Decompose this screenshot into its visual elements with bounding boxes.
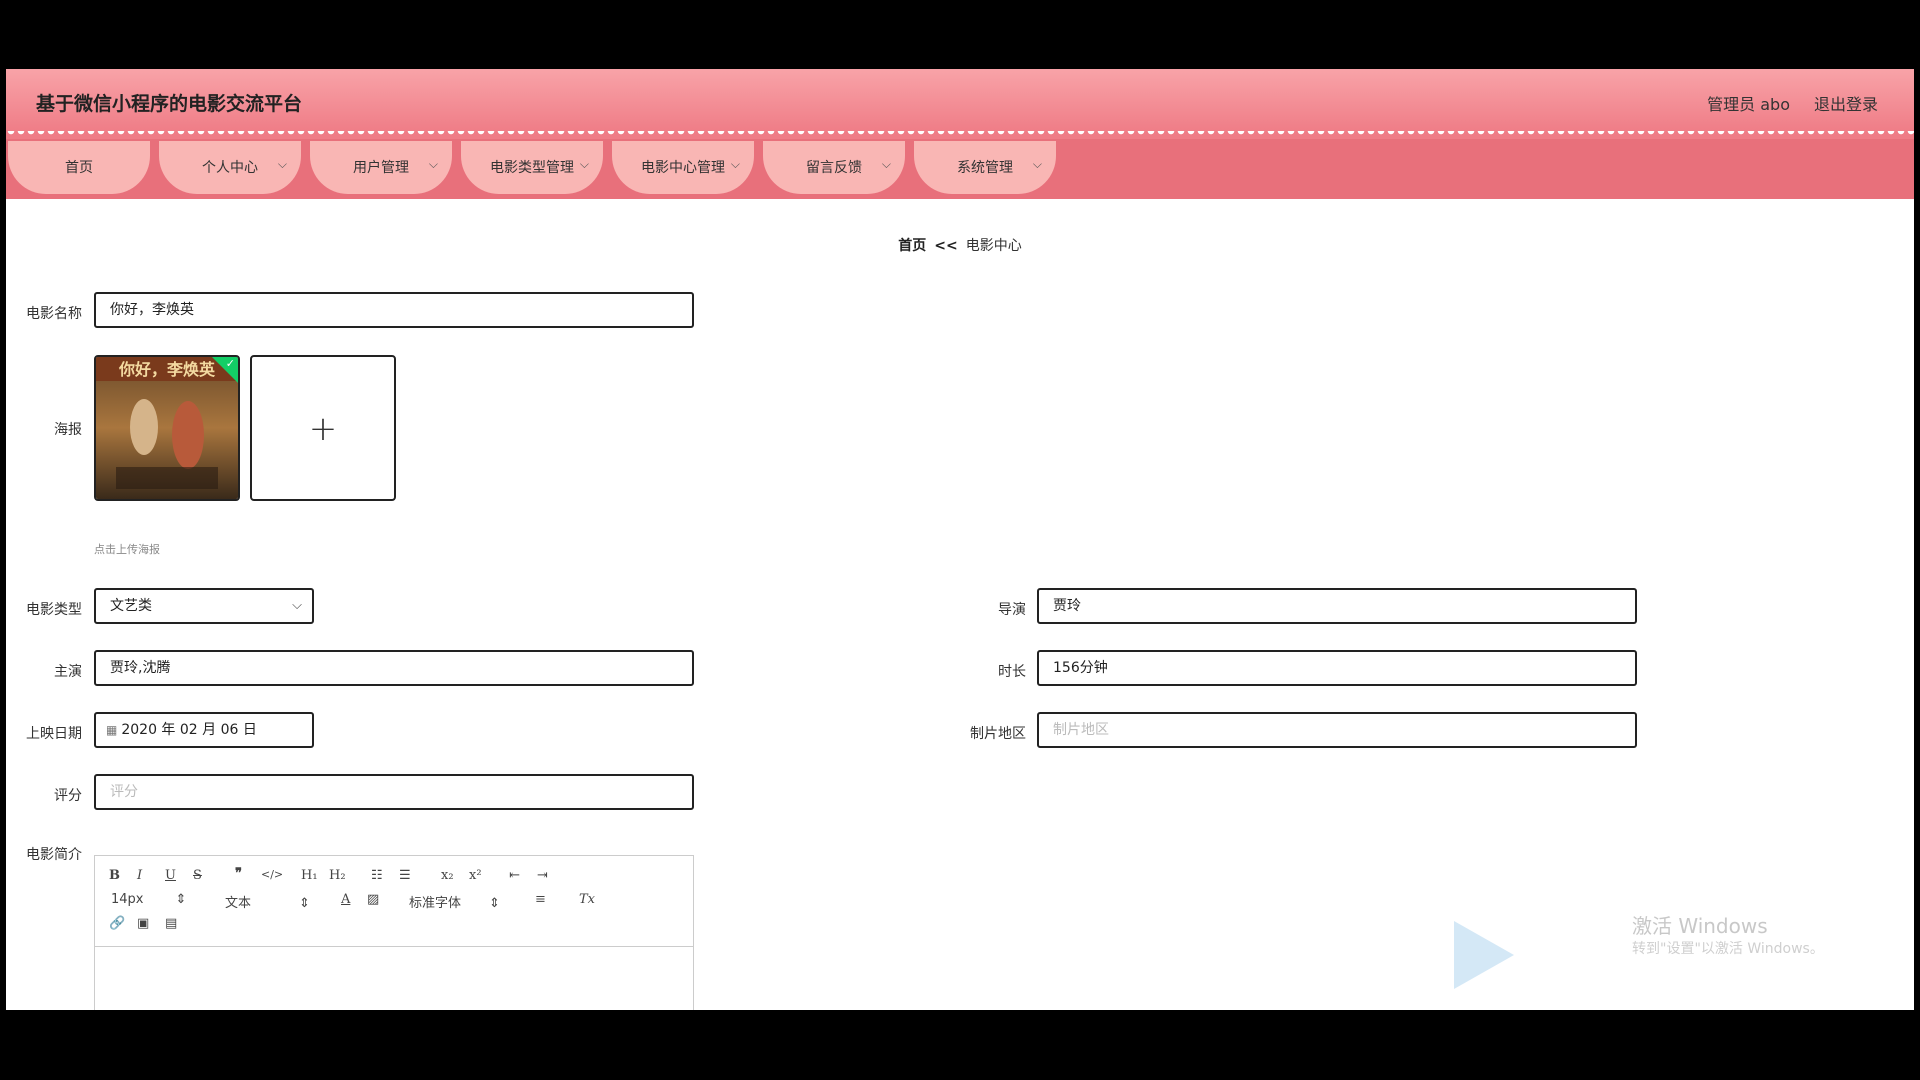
- movie-type-value: 文艺类: [110, 598, 152, 614]
- app-title: 基于微信小程序的电影交流平台: [36, 93, 303, 115]
- score-input[interactable]: 评分: [94, 774, 694, 810]
- underline-icon[interactable]: U: [165, 868, 176, 883]
- text-style-select[interactable]: 文本 ⇕: [225, 892, 310, 911]
- nav-tab-movie-type-management[interactable]: 电影类型管理 ⌵: [461, 141, 603, 194]
- nav-tab-label: 首页: [65, 160, 93, 176]
- chevron-down-icon: ⌵: [730, 157, 740, 171]
- intro-label: 电影简介: [26, 847, 82, 863]
- poster-title-text: 你好，李焕英: [118, 360, 216, 379]
- nav-tab-system-management[interactable]: 系统管理 ⌵: [914, 141, 1056, 194]
- movie-name-input[interactable]: 你好，李焕英: [94, 292, 694, 328]
- current-user: 管理员 abo: [1707, 95, 1790, 114]
- chevron-down-icon: ⌵: [292, 598, 302, 613]
- plus-icon: +: [308, 409, 338, 449]
- poster-upload-hint: 点击上传海报: [94, 543, 160, 556]
- main-nav: 首页 个人中心 ⌵ 用户管理 ⌵ 电影类型管理 ⌵ 电影中心管理 ⌵ 留言反馈 …: [6, 139, 1914, 199]
- director-input[interactable]: 贾玲: [1037, 588, 1637, 624]
- image-icon[interactable]: ▣: [137, 916, 149, 931]
- bold-icon[interactable]: B: [109, 868, 120, 883]
- editor-content-area[interactable]: [95, 947, 693, 1010]
- nav-tab-movie-center-management[interactable]: 电影中心管理 ⌵: [612, 141, 754, 194]
- breadcrumb-separator: <<: [934, 238, 958, 254]
- movie-name-label: 电影名称: [26, 306, 82, 322]
- editor-toolbar: B I U S ❞ </> H₁ H₂ ☷ ☰ x₂ x² ⇤ ⇥ 14px ⇕ …: [95, 856, 693, 947]
- release-date-value: 2020 年 02 月 06 日: [121, 722, 257, 738]
- indent-icon[interactable]: ⇥: [537, 868, 548, 883]
- header-scallop-border: [6, 131, 1914, 139]
- release-date-label: 上映日期: [26, 726, 82, 742]
- chevron-down-icon: ⌵: [428, 157, 438, 171]
- superscript-icon[interactable]: x²: [469, 868, 482, 883]
- release-date-picker[interactable]: ▦ 2020 年 02 月 06 日: [94, 712, 314, 748]
- breadcrumb-current: 电影中心: [965, 238, 1022, 254]
- check-icon: ✓: [225, 357, 235, 370]
- italic-icon[interactable]: I: [137, 868, 142, 883]
- background-color-icon[interactable]: ▨: [367, 892, 379, 907]
- heading1-icon[interactable]: H₁: [301, 868, 318, 883]
- duration-input[interactable]: 156分钟: [1037, 650, 1637, 686]
- poster-label: 海报: [54, 422, 82, 438]
- chevron-down-icon: ⌵: [579, 157, 589, 171]
- link-icon[interactable]: 🔗: [109, 916, 125, 931]
- breadcrumb-home[interactable]: 首页: [898, 238, 926, 254]
- duration-label: 时长: [998, 664, 1026, 680]
- align-icon[interactable]: ≡: [535, 892, 546, 907]
- nav-tab-home[interactable]: 首页: [8, 141, 150, 194]
- clear-format-icon[interactable]: Tx: [579, 892, 595, 907]
- logout-link[interactable]: 退出登录: [1814, 91, 1878, 115]
- region-input[interactable]: 制片地区: [1037, 712, 1637, 748]
- strikethrough-icon[interactable]: S: [193, 868, 202, 883]
- font-size-value: 14px: [111, 892, 144, 907]
- header-bar: 基于微信小程序的电影交流平台 管理员 abo 退出登录: [6, 69, 1914, 133]
- app-window: 基于微信小程序的电影交流平台 管理员 abo 退出登录 首页 个人中心 ⌵ 用户…: [6, 69, 1914, 1010]
- movie-type-select[interactable]: 文艺类 ⌵: [94, 588, 314, 624]
- font-family-value: 标准字体: [409, 896, 462, 911]
- code-icon[interactable]: </>: [261, 868, 283, 881]
- rich-text-editor[interactable]: B I U S ❞ </> H₁ H₂ ☷ ☰ x₂ x² ⇤ ⇥ 14px ⇕ …: [94, 855, 694, 1010]
- calendar-icon: ▦: [106, 723, 118, 737]
- windows-watermark-logo: [1454, 921, 1514, 989]
- ordered-list-icon[interactable]: ☷: [371, 868, 383, 883]
- chevron-down-icon: ⌵: [1032, 157, 1042, 171]
- text-style-value: 文本: [225, 896, 252, 911]
- region-label: 制片地区: [970, 726, 1026, 742]
- heading2-icon[interactable]: H₂: [329, 868, 346, 883]
- font-family-select[interactable]: 标准字体 ⇕: [409, 892, 500, 911]
- chevron-down-icon: ⌵: [881, 157, 891, 171]
- poster-thumbnail[interactable]: 你好，李焕英 ✓: [94, 355, 240, 501]
- video-icon[interactable]: ▤: [165, 916, 177, 931]
- actors-input[interactable]: 贾玲,沈腾: [94, 650, 694, 686]
- poster-upload-button[interactable]: +: [250, 355, 396, 501]
- nav-tab-personal-center[interactable]: 个人中心 ⌵: [159, 141, 301, 194]
- movie-type-label: 电影类型: [26, 602, 82, 618]
- director-label: 导演: [998, 602, 1026, 618]
- chevron-down-icon: ⌵: [277, 157, 287, 171]
- bullet-list-icon[interactable]: ☰: [399, 868, 411, 883]
- score-label: 评分: [54, 788, 82, 804]
- font-color-icon[interactable]: A: [341, 892, 350, 907]
- actors-label: 主演: [54, 664, 82, 680]
- activation-watermark-text: 转到"设置"以激活 Windows。: [1632, 941, 1824, 957]
- outdent-icon[interactable]: ⇤: [509, 868, 520, 883]
- activation-watermark-title: 激活 Windows: [1632, 914, 1768, 938]
- blockquote-icon[interactable]: ❞: [235, 866, 242, 881]
- breadcrumb: 首页 << 电影中心: [6, 235, 1914, 255]
- font-size-select[interactable]: 14px ⇕: [111, 892, 186, 907]
- nav-tab-user-management[interactable]: 用户管理 ⌵: [310, 141, 452, 194]
- subscript-icon[interactable]: x₂: [441, 868, 454, 883]
- nav-tab-feedback[interactable]: 留言反馈 ⌵: [763, 141, 905, 194]
